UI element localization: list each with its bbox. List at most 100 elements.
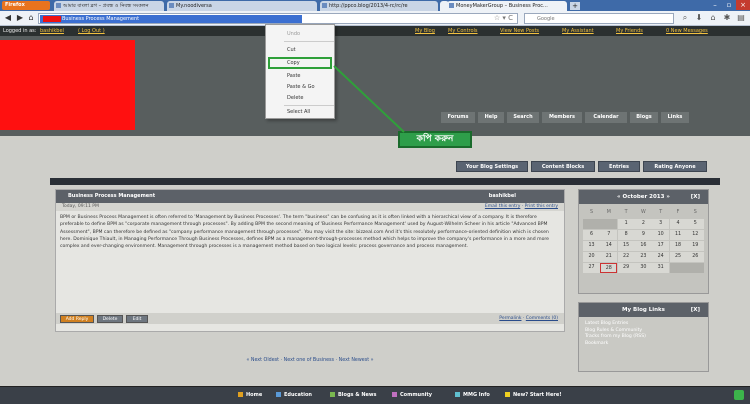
tab-help[interactable]: Help <box>478 112 504 123</box>
print-entry-link[interactable]: Print this entry <box>525 204 558 209</box>
minimize-icon[interactable]: – <box>708 0 722 10</box>
entry-author[interactable]: bashikbel <box>489 190 516 203</box>
calendar-day[interactable]: 8 <box>617 230 635 240</box>
my-blog-links-close-button[interactable]: [X] <box>691 303 700 317</box>
bottom-blogs-news-link[interactable]: Blogs & News <box>330 386 377 404</box>
browser-tab-2[interactable]: My.noodiversa <box>167 1 317 11</box>
permalink-link[interactable]: Permalink <box>499 316 521 321</box>
calendar-day[interactable]: 2 <box>634 219 652 229</box>
username-link[interactable]: bashikbel <box>40 26 64 36</box>
menu-icon[interactable]: ▤ <box>736 13 746 23</box>
my-blog-link[interactable]: My Blog <box>415 26 435 36</box>
calendar-day[interactable]: 3 <box>652 219 670 229</box>
blog-link-item[interactable]: Bookmark <box>585 341 705 348</box>
calendar-title[interactable]: « October 2013 » <box>579 190 708 204</box>
calendar-day[interactable]: 1 <box>617 219 635 229</box>
add-reply-button[interactable]: Add Reply <box>60 315 94 323</box>
menu-item-paste[interactable]: Paste <box>266 71 336 82</box>
bottom-community-link[interactable]: Community <box>392 386 432 404</box>
calendar-day[interactable]: 18 <box>669 241 687 251</box>
new-messages-link[interactable]: 0 New Messages <box>666 26 708 36</box>
home-button-icon[interactable]: ⌂ <box>708 13 718 23</box>
calendar-day[interactable]: 27 <box>583 263 600 273</box>
calendar-day[interactable]: 13 <box>583 241 600 251</box>
calendar-day[interactable]: 16 <box>634 241 652 251</box>
new-tab-button[interactable]: + <box>570 2 580 10</box>
email-entry-link[interactable]: Email this entry <box>485 204 520 209</box>
browser-tab-3[interactable]: http://ppco.blog/2013/4-rc/rc/re <box>320 1 438 11</box>
calendar-day[interactable]: 23 <box>634 252 652 262</box>
maximize-icon[interactable]: ▫ <box>722 0 736 10</box>
view-new-posts-link[interactable]: View New Posts <box>500 26 539 36</box>
bottom-new-start-link[interactable]: New? Start Here! <box>505 386 562 404</box>
calendar-day[interactable]: 26 <box>686 252 704 262</box>
delete-button[interactable]: Delete <box>97 315 123 323</box>
download-icon[interactable]: ⬇ <box>694 13 704 23</box>
calendar-day[interactable]: 4 <box>669 219 687 229</box>
calendar-day[interactable]: 17 <box>652 241 670 251</box>
menu-item-paste-and-go[interactable]: Paste & Go <box>266 82 336 93</box>
menu-item-undo[interactable]: Undo <box>266 29 336 40</box>
search-input[interactable]: Google <box>524 13 674 24</box>
calendar-day[interactable]: 19 <box>686 241 704 251</box>
search-icon[interactable]: ⌕ <box>680 13 690 23</box>
calendar-day[interactable]: 28 <box>600 263 618 273</box>
site-logo[interactable] <box>0 40 135 130</box>
entries-button[interactable]: Entries <box>598 161 640 172</box>
calendar-day[interactable]: 20 <box>583 252 600 262</box>
calendar-day[interactable]: 22 <box>617 252 635 262</box>
calendar-day[interactable]: 10 <box>652 230 670 240</box>
calendar-day[interactable]: 31 <box>652 263 670 273</box>
tab-search[interactable]: Search <box>507 112 539 123</box>
url-selected-text[interactable]: Business Process Management <box>40 15 302 23</box>
entry-pager[interactable]: « Next Oldest · Next one of Business · N… <box>55 358 565 366</box>
calendar-day[interactable]: 7 <box>600 230 618 240</box>
bottom-home-link[interactable]: Home <box>238 386 262 404</box>
tab-members[interactable]: Members <box>542 112 582 123</box>
bottom-education-link[interactable]: Education <box>276 386 312 404</box>
your-blog-settings-button[interactable]: Your Blog Settings <box>456 161 528 172</box>
calendar-day[interactable] <box>583 219 600 229</box>
calendar-day[interactable]: 6 <box>583 230 600 240</box>
calendar-day[interactable]: 21 <box>600 252 618 262</box>
reload-icon[interactable]: ☆ ▾ C <box>494 14 513 23</box>
menu-item-cut[interactable]: Cut <box>266 45 336 56</box>
calendar-close-button[interactable]: [X] <box>691 190 700 204</box>
comments-link[interactable]: Comments (0) <box>526 316 558 321</box>
content-blocks-button[interactable]: Content Blocks <box>531 161 595 172</box>
firefox-menu-button[interactable]: Firefox <box>2 1 50 10</box>
calendar-day[interactable]: 15 <box>617 241 635 251</box>
calendar-day[interactable]: 29 <box>617 263 635 273</box>
tab-links[interactable]: Links <box>661 112 689 123</box>
menu-item-select-all[interactable]: Select All <box>266 107 336 118</box>
edit-button[interactable]: Edit <box>126 315 148 323</box>
rating-anyone-button[interactable]: Rating Anyone <box>643 161 707 172</box>
tab-calendar[interactable]: Calendar <box>585 112 627 123</box>
bottom-mmg-info-link[interactable]: MMG Info <box>455 386 490 404</box>
browser-tab-1[interactable]: আমার বাংলা ব্লগ – প্রবন্ধ ও নিবন্ধ সংকলন <box>54 1 164 11</box>
calendar-day[interactable]: 12 <box>686 230 704 240</box>
close-window-icon[interactable]: × <box>736 0 750 10</box>
bookmark-icon[interactable]: ✱ <box>722 13 732 23</box>
my-friends-link[interactable]: My Friends <box>616 26 643 36</box>
calendar-day[interactable]: 5 <box>686 219 704 229</box>
tab-forums[interactable]: Forums <box>441 112 475 123</box>
calendar-day[interactable]: 25 <box>669 252 687 262</box>
home-icon[interactable]: ⌂ <box>26 13 36 23</box>
menu-item-delete[interactable]: Delete <box>266 93 336 104</box>
my-assistant-link[interactable]: My Assistant <box>562 26 594 36</box>
calendar-day[interactable]: 11 <box>669 230 687 240</box>
logout-link[interactable]: ( Log Out ) <box>78 26 105 36</box>
tab-blogs[interactable]: Blogs <box>630 112 658 123</box>
calendar-day[interactable] <box>669 263 687 273</box>
calendar-day[interactable] <box>600 219 618 229</box>
calendar-day[interactable]: 9 <box>634 230 652 240</box>
calendar-day[interactable]: 30 <box>634 263 652 273</box>
back-icon[interactable]: ◀ <box>3 13 13 23</box>
browser-tab-4[interactable]: MoneyMakerGroup – Business Proc... <box>447 1 567 11</box>
calendar-day[interactable] <box>686 263 704 273</box>
calendar-day[interactable]: 24 <box>652 252 670 262</box>
forward-icon[interactable]: ▶ <box>15 13 25 23</box>
my-controls-link[interactable]: My Controls <box>448 26 478 36</box>
url-bar[interactable]: Business Process Management ☆ ▾ C <box>38 13 518 24</box>
